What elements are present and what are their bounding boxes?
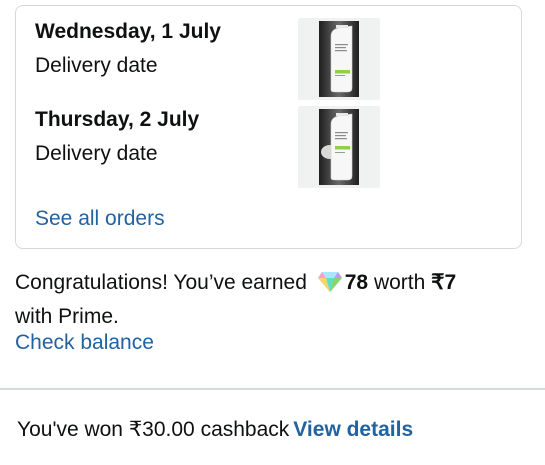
check-balance-link[interactable]: Check balance: [15, 329, 154, 357]
cashback-banner: You've won ₹30.00 cashback View details: [17, 416, 413, 444]
see-all-orders-link[interactable]: See all orders: [35, 205, 165, 233]
order-row[interactable]: Wednesday, 1 July Delivery date: [35, 18, 505, 100]
delivery-date: Wednesday, 1 July: [35, 20, 221, 43]
rewards-message: Congratulations! You’ve earned 78 worth …: [15, 268, 530, 332]
rewards-value: ₹7: [431, 271, 457, 294]
rewards-text-after: with Prime.: [15, 305, 119, 328]
product-thumbnail[interactable]: [298, 18, 380, 100]
section-divider: [0, 388, 545, 390]
product-thumbnail[interactable]: [298, 106, 380, 188]
rewards-points: 78: [344, 271, 369, 294]
rewards-text-before: Congratulations! You’ve earned: [15, 271, 307, 294]
cashback-text: You've won ₹30.00 cashback: [17, 418, 290, 441]
page: Wednesday, 1 July Delivery date Thursday…: [0, 0, 545, 465]
delivery-date: Thursday, 2 July: [35, 108, 200, 131]
orders-card: Wednesday, 1 July Delivery date Thursday…: [15, 5, 522, 249]
tube-product-image: [319, 109, 359, 185]
diamond-icon: [317, 271, 343, 302]
delivery-date-label: Delivery date: [35, 142, 158, 165]
order-row[interactable]: Thursday, 2 July Delivery date: [35, 106, 505, 188]
rewards-text-middle: worth: [373, 271, 426, 294]
delivery-date-label: Delivery date: [35, 54, 158, 77]
view-details-link[interactable]: View details: [293, 418, 413, 441]
tube-product-image: [319, 21, 359, 97]
